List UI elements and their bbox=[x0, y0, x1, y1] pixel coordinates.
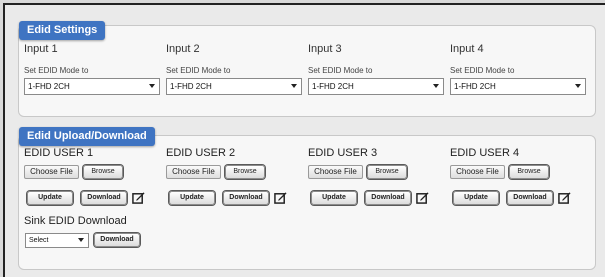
chevron-down-icon bbox=[291, 84, 297, 88]
edid-user-4-update-button[interactable]: Update bbox=[453, 191, 499, 205]
sink-edid-select[interactable]: Select bbox=[25, 233, 89, 248]
chevron-down-icon bbox=[149, 84, 155, 88]
edid-user-3-download-button[interactable]: Download bbox=[365, 191, 411, 205]
sink-edid-download-title: Sink EDID Download bbox=[24, 215, 127, 227]
input-1-edid-mode-select[interactable]: 1-FHD 2CH bbox=[24, 78, 160, 95]
edid-user-1-title: EDID USER 1 bbox=[24, 147, 94, 159]
edid-user-3-title: EDID USER 3 bbox=[308, 147, 378, 159]
edit-icon[interactable] bbox=[132, 191, 145, 204]
input-2-edid-mode-select[interactable]: 1-FHD 2CH bbox=[166, 78, 302, 95]
page-frame: Edid Settings Input 1 Set EDID Mode to 1… bbox=[3, 3, 605, 277]
edid-user-2-download-button[interactable]: Download bbox=[223, 191, 269, 205]
sink-edid-select-value: Select bbox=[29, 237, 49, 244]
edid-user-2-update-button[interactable]: Update bbox=[169, 191, 215, 205]
input-3-edid-mode-select[interactable]: 1-FHD 2CH bbox=[308, 78, 444, 95]
input-2-title: Input 2 bbox=[166, 43, 200, 55]
edid-user-4-download-button[interactable]: Download bbox=[507, 191, 553, 205]
edid-user-4-title: EDID USER 4 bbox=[450, 147, 520, 159]
input-2-mode-label: Set EDID Mode to bbox=[166, 66, 231, 75]
input-2-edid-mode-value: 1-FHD 2CH bbox=[170, 82, 212, 91]
chevron-down-icon bbox=[78, 238, 84, 242]
input-4-edid-mode-value: 1-FHD 2CH bbox=[454, 82, 496, 91]
input-1-edid-mode-value: 1-FHD 2CH bbox=[28, 82, 70, 91]
input-3-edid-mode-value: 1-FHD 2CH bbox=[312, 82, 354, 91]
input-4-mode-label: Set EDID Mode to bbox=[450, 66, 515, 75]
edid-user-3-choose-file-button[interactable]: Choose File bbox=[308, 165, 363, 179]
input-4-edid-mode-select[interactable]: 1-FHD 2CH bbox=[450, 78, 586, 95]
edid-user-4-browse-button[interactable]: Browse bbox=[509, 165, 549, 179]
edid-user-2-browse-button[interactable]: Browse bbox=[225, 165, 265, 179]
edid-user-2-title: EDID USER 2 bbox=[166, 147, 236, 159]
edid-settings-title: Edid Settings bbox=[19, 21, 106, 40]
edit-icon[interactable] bbox=[416, 191, 429, 204]
chevron-down-icon bbox=[575, 84, 581, 88]
input-3-mode-label: Set EDID Mode to bbox=[308, 66, 373, 75]
input-3-title: Input 3 bbox=[308, 43, 342, 55]
input-1-mode-label: Set EDID Mode to bbox=[24, 66, 89, 75]
edid-user-2-choose-file-button[interactable]: Choose File bbox=[166, 165, 221, 179]
edid-user-3-update-button[interactable]: Update bbox=[311, 191, 357, 205]
edid-user-1-choose-file-button[interactable]: Choose File bbox=[24, 165, 79, 179]
edid-user-1-download-button[interactable]: Download bbox=[81, 191, 127, 205]
edid-user-4-choose-file-button[interactable]: Choose File bbox=[450, 165, 505, 179]
input-1-title: Input 1 bbox=[24, 43, 58, 55]
edit-icon[interactable] bbox=[558, 191, 571, 204]
edid-user-1-browse-button[interactable]: Browse bbox=[83, 165, 123, 179]
edid-user-1-update-button[interactable]: Update bbox=[27, 191, 73, 205]
chevron-down-icon bbox=[433, 84, 439, 88]
sink-edid-download-button[interactable]: Download bbox=[94, 233, 140, 247]
edid-upload-title: Edid Upload/Download bbox=[19, 127, 155, 146]
input-4-title: Input 4 bbox=[450, 43, 484, 55]
edid-user-3-browse-button[interactable]: Browse bbox=[367, 165, 407, 179]
edit-icon[interactable] bbox=[274, 191, 287, 204]
